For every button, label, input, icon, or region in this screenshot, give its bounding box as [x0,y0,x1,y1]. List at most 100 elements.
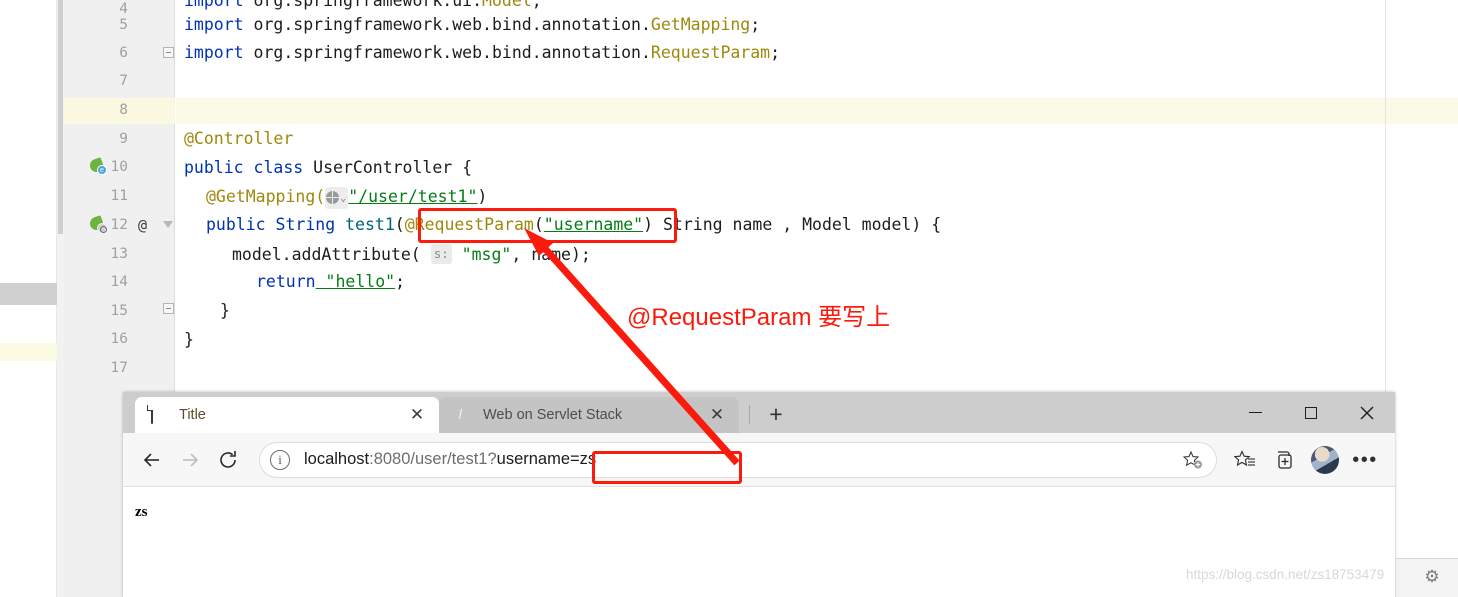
arrow-right-icon [183,452,199,467]
line-number: 13 [110,246,128,262]
url-text[interactable]: localhost:8080/user/test1?username=zs [304,450,596,469]
editor-marker-strip[interactable] [0,0,57,597]
minimize-button[interactable] [1227,392,1283,433]
arg-msg-string: "msg" [451,245,512,264]
browser-toolbar[interactable]: i localhost:8080/user/test1?username=zs [123,433,1395,487]
site-info-icon[interactable]: i [270,449,290,470]
profile-button[interactable] [1305,440,1345,480]
bean-badge-search [97,223,107,233]
kw-return: return [256,272,316,291]
param-hint-badge: s: [430,244,452,264]
bean-badge: e [97,165,107,175]
collections-icon [1278,450,1292,469]
document-icon [149,405,167,424]
forward-button[interactable] [171,441,209,479]
code-line-14: return "hello"; [256,272,405,292]
favorites-button[interactable] [1225,440,1265,480]
line-number: 5 [119,17,128,33]
line-number: 16 [110,331,128,347]
page-body-text: zs [135,504,148,520]
marker-strip-yellow-band [0,343,57,361]
code-fold-handle[interactable] [163,47,174,58]
maximize-button[interactable] [1283,392,1339,433]
window-controls[interactable] [1227,392,1395,433]
line-number: 14 [110,274,128,290]
avatar [1311,445,1339,474]
editor-scrollbar-thumb[interactable] [58,0,63,234]
semicolon: ; [395,272,406,291]
browser-tab-web-on-servlet-stack[interactable]: Web on Servlet Stack ✕ [439,397,739,433]
close-brace: } [184,330,194,349]
spring-leaf-icon [453,406,471,424]
pkg-path: org.springframework.web.bind.annotation. [243,15,651,34]
add-favorite-icon [1183,450,1202,468]
code-line-15: } [220,301,230,321]
class-requestparam: RequestParam [650,43,771,62]
favorites-icon [1234,449,1255,466]
view-name-string[interactable]: "hello" [316,272,396,291]
annotation-getmapping: @GetMapping( [206,187,326,206]
line-number: 9 [119,131,128,147]
line-number: 17 [110,360,128,376]
line-number: 15 [110,303,128,319]
add-favorite-button[interactable] [1176,444,1210,475]
screenshot-root: 4 5 6 7 8 9 10 11 12 13 14 15 16 17 e @ … [0,0,1458,597]
arg-name: , name); [511,245,591,264]
gear-icon[interactable]: ⚙ [1422,567,1442,587]
code-line-10: public class UserController { [184,158,472,178]
open-brace: { [462,158,473,177]
code-fold-handle[interactable] [163,303,174,314]
url-mapping-icon-chip[interactable]: ⌄ [325,187,349,209]
tab-label: Title [179,407,206,423]
mapping-url-string[interactable]: "/user/test1" [348,187,477,206]
spring-bean-icon[interactable]: e [88,157,107,175]
tab-close-icon[interactable]: ✕ [705,403,729,427]
url-host: localhost [304,450,370,468]
collections-button[interactable] [1265,440,1305,480]
browser-tabstrip[interactable]: Title ✕ Web on Servlet Stack ✕ + [123,392,1395,433]
line-number: 11 [110,188,128,204]
arrow-left-icon [143,452,159,467]
kw-public: public [206,215,266,234]
globe-icon [326,191,340,204]
close-paren: ) [477,187,488,206]
tab-close-icon[interactable]: ✕ [405,403,429,427]
marker-strip-grey-band [0,283,57,305]
close-brace: } [220,301,230,320]
csdn-watermark: https://blog.csdn.net/zs18753479 [1186,567,1385,582]
ellipsis-icon: ••• [1352,448,1378,471]
line-number: 4 [119,1,128,17]
code-line-9: @Controller [184,129,293,149]
close-window-button[interactable] [1339,392,1395,433]
code-line-4: import org.springframework.ui.Model; [184,0,542,10]
class-getmapping: GetMapping [650,15,751,34]
back-button[interactable] [133,441,171,479]
annotation-gutter-marker[interactable]: @ [138,216,147,234]
line-number: 8 [119,102,128,118]
chevron-down-icon[interactable]: ⌄ [340,189,346,209]
code-line-11: @GetMapping( ⌄ "/user/test1") [206,186,488,209]
spring-bean-icon[interactable] [88,215,107,233]
new-tab-button[interactable]: + [763,402,789,428]
close-icon [1360,406,1374,419]
code-line-5: import org.springframework.web.bind.anno… [184,15,760,35]
highlight-box-requestparam [418,208,677,243]
url-path: :8080/user/test1? [369,450,497,468]
omnibox-actions [1176,444,1210,475]
url-query: username=zs [496,450,597,468]
semicolon: ; [750,15,761,34]
code-fold-handle-open[interactable] [163,220,174,231]
annotation-note-text: @RequestParam 要写上 [627,304,891,331]
browser-tab-title[interactable]: Title ✕ [135,397,439,433]
semicolon: ; [770,43,781,62]
model-addattribute-call: model.addAttribute( [232,245,431,264]
settings-and-more-button[interactable]: ••• [1345,440,1385,480]
reload-button[interactable] [209,441,247,479]
method-name-test1: test1 [345,215,395,234]
pkg-path: org.springframework.web.bind.annotation. [243,43,651,62]
line-number: 7 [119,73,128,89]
line-number: 6 [119,45,128,61]
code-line-6: import org.springframework.web.bind.anno… [184,43,780,63]
open-paren: ( [394,215,405,234]
kw-import: import [184,43,244,62]
